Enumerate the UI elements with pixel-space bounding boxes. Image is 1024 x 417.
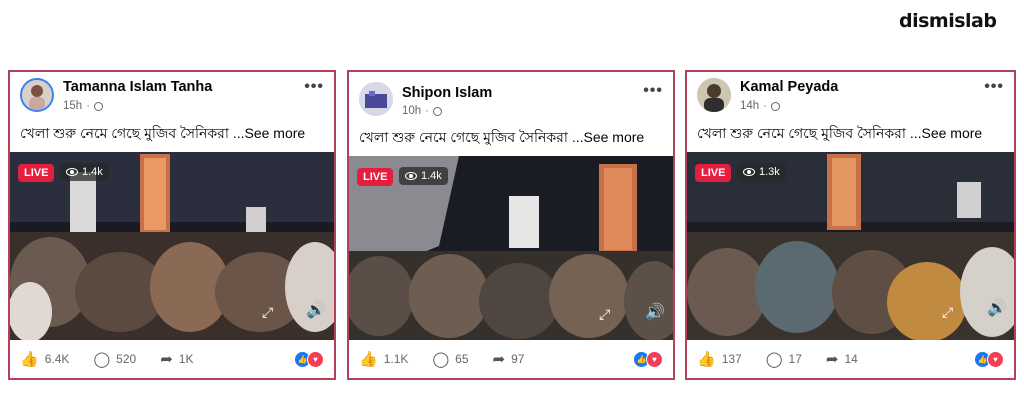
like-button[interactable]: 👍 1.1K	[359, 350, 408, 368]
post-header: Shipon Islam 10h · •••	[357, 76, 667, 117]
video-player[interactable]: LIVE 1.4k ⤢ 🔊	[349, 156, 673, 340]
live-badge: LIVE	[357, 168, 394, 186]
share-button[interactable]: ➦ 97	[493, 350, 525, 368]
viewer-count: 1.4k	[60, 163, 109, 181]
post-actions: 👍 1.1K ◯ 65 ➦ 97 👍 ♥	[349, 340, 673, 378]
globe-icon	[432, 106, 442, 116]
like-button[interactable]: 👍 137	[697, 350, 742, 368]
post-time[interactable]: 15h	[63, 100, 82, 112]
comment-button[interactable]: ◯ 17	[766, 350, 802, 368]
love-reaction-icon: ♥	[646, 351, 663, 368]
post-header: Kamal Peyada 14h · •••	[695, 76, 1008, 116]
more-options-icon[interactable]: •••	[984, 78, 1004, 96]
expand-icon[interactable]: ⤢	[942, 304, 953, 321]
post-header: Tamanna Islam Tanha 15h · •••	[18, 76, 328, 116]
reactions[interactable]: 👍 ♥	[294, 351, 324, 368]
post-meta: 15h ·	[63, 100, 103, 112]
like-count: 6.4K	[44, 352, 70, 366]
post-time[interactable]: 14h	[740, 100, 759, 112]
viewer-count: 1.4k	[399, 167, 448, 185]
avatar[interactable]	[359, 82, 393, 116]
live-badge: LIVE	[695, 164, 732, 182]
reactions[interactable]: 👍 ♥	[633, 351, 663, 368]
comment-count: 65	[455, 352, 469, 366]
post-meta: 10h ·	[402, 105, 442, 117]
see-more-link[interactable]: ...See more	[229, 125, 305, 141]
viewer-count: 1.3k	[737, 163, 786, 181]
love-reaction-icon: ♥	[987, 351, 1004, 368]
thumbs-up-icon: 👍	[697, 351, 716, 368]
video-frame	[10, 152, 334, 340]
thumbs-up-icon: 👍	[20, 351, 39, 368]
eye-icon	[66, 168, 78, 176]
like-button[interactable]: 👍 6.4K	[20, 350, 69, 368]
share-count: 14	[844, 352, 858, 366]
expand-icon[interactable]: ⤢	[262, 304, 273, 321]
comment-button[interactable]: ◯ 65	[432, 350, 468, 368]
post-caption: খেলা শুরু নেমে গেছে মুজিব সৈনিকরা ...See…	[697, 125, 983, 141]
more-options-icon[interactable]: •••	[643, 82, 663, 100]
comment-count: 17	[788, 352, 802, 366]
share-button[interactable]: ➦ 14	[826, 350, 858, 368]
globe-icon	[93, 101, 103, 111]
comment-icon: ◯	[93, 351, 111, 368]
volume-icon[interactable]: 🔊	[645, 302, 665, 322]
expand-icon[interactable]: ⤢	[599, 306, 610, 323]
video-player[interactable]: LIVE 1.4k ⤢ 🔊	[10, 152, 334, 340]
author-name[interactable]: Tamanna Islam Tanha	[63, 79, 212, 95]
post-meta: 14h ·	[740, 100, 780, 112]
post-card: Shipon Islam 10h · ••• খেলা শুরু নেমে গেছ…	[347, 70, 675, 380]
author-name[interactable]: Kamal Peyada	[740, 79, 838, 95]
comment-button[interactable]: ◯ 520	[93, 350, 136, 368]
author-name[interactable]: Shipon Islam	[402, 85, 492, 101]
share-count: 1K	[178, 352, 194, 366]
share-icon: ➦	[825, 351, 839, 368]
volume-icon[interactable]: 🔊	[987, 298, 1007, 318]
like-count: 1.1K	[383, 352, 409, 366]
share-icon: ➦	[160, 351, 173, 368]
love-reaction-icon: ♥	[307, 351, 324, 368]
comment-icon: ◯	[765, 351, 783, 368]
like-count: 137	[721, 352, 742, 366]
live-badge: LIVE	[18, 164, 55, 182]
video-player[interactable]: LIVE 1.3k ⤢ 🔊	[687, 152, 1014, 340]
see-more-link[interactable]: ...See more	[906, 125, 982, 141]
see-more-link[interactable]: ...See more	[568, 129, 644, 145]
post-card: Kamal Peyada 14h · ••• খেলা শুরু নেমে গেছ…	[685, 70, 1016, 380]
eye-icon	[743, 168, 755, 176]
brand-logo: dismislab	[899, 10, 997, 32]
eye-icon	[405, 172, 417, 180]
post-actions: 👍 6.4K ◯ 520 ➦ 1K 👍 ♥	[10, 340, 334, 378]
video-frame	[349, 156, 673, 340]
post-card: Tamanna Islam Tanha 15h · ••• খেলা শুরু ন…	[8, 70, 336, 380]
reactions[interactable]: 👍 ♥	[974, 351, 1004, 368]
post-actions: 👍 137 ◯ 17 ➦ 14 👍 ♥	[687, 340, 1014, 378]
post-caption: খেলা শুরু নেমে গেছে মুজিব সৈনিকরা ...See…	[20, 125, 306, 141]
share-button[interactable]: ➦ 1K	[160, 350, 193, 368]
globe-icon	[770, 101, 780, 111]
volume-icon[interactable]: 🔊	[306, 300, 326, 320]
video-frame	[687, 152, 1014, 340]
avatar[interactable]	[697, 78, 731, 112]
share-icon: ➦	[492, 351, 506, 368]
more-options-icon[interactable]: •••	[304, 78, 324, 96]
share-count: 97	[511, 352, 525, 366]
comment-count: 520	[116, 352, 137, 366]
avatar[interactable]	[20, 78, 54, 112]
thumbs-up-icon: 👍	[359, 351, 378, 368]
post-time[interactable]: 10h	[402, 105, 421, 117]
comment-icon: ◯	[432, 351, 450, 368]
post-caption: খেলা শুরু নেমে গেছে মুজিব সৈনিকরা ...See…	[359, 129, 645, 145]
